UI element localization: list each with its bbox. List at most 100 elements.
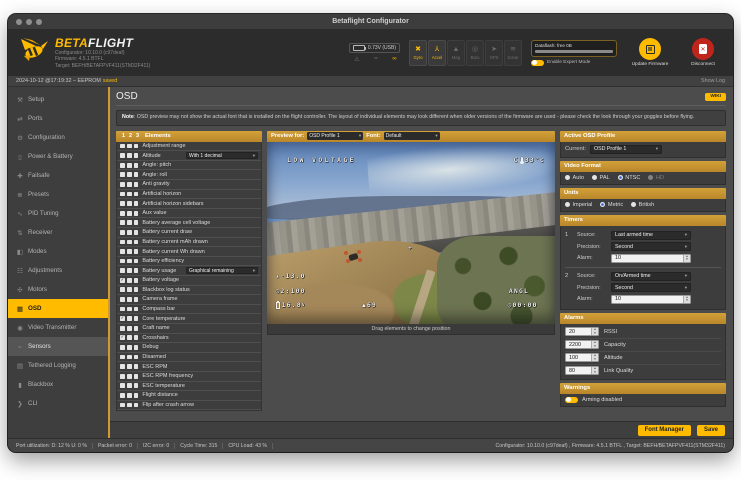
preview-profile-select[interactable]: OSD Profile 1 ▾ bbox=[307, 132, 364, 141]
element-row-esc-temperature[interactable]: ESC temperature bbox=[117, 382, 261, 392]
element-checkbox-profile-1[interactable] bbox=[120, 162, 125, 168]
sidebar-item-motors[interactable]: ✣ Motors bbox=[8, 280, 108, 299]
element-row-angle-pitch[interactable]: Angle: pitch bbox=[117, 161, 261, 171]
timer-2-alarm-input[interactable]: 10 ▴ ▾ bbox=[611, 294, 691, 304]
timer-2-source-select[interactable]: On/Armed time ▾ bbox=[611, 271, 691, 281]
element-checkbox-profile-3[interactable] bbox=[133, 191, 139, 197]
expert-mode-toggle[interactable] bbox=[531, 59, 544, 66]
element-checkbox-profile-2[interactable] bbox=[126, 201, 132, 206]
wiki-button[interactable]: WIKI bbox=[705, 92, 726, 101]
element-checkbox-profile-3[interactable] bbox=[133, 345, 139, 350]
osd-preview[interactable]: LOW VOLTAGE C 33°c + ▴ -13.0 ◷ 2:100 16.… bbox=[267, 141, 555, 324]
element-checkbox-profile-3[interactable] bbox=[133, 297, 139, 302]
element-checkbox-profile-3[interactable] bbox=[133, 172, 139, 178]
stepper-icon[interactable]: ▴ ▾ bbox=[591, 367, 598, 375]
element-checkbox-profile-1[interactable]: ✓ bbox=[120, 316, 125, 322]
element-checkbox-profile-3[interactable] bbox=[133, 220, 139, 226]
element-checkbox-profile-2[interactable] bbox=[126, 402, 132, 408]
element-checkbox-profile-3[interactable] bbox=[133, 402, 139, 408]
element-checkbox-profile-3[interactable] bbox=[133, 383, 139, 389]
save-button[interactable]: Save bbox=[696, 424, 725, 436]
element-checkbox-profile-2[interactable] bbox=[126, 364, 132, 370]
element-row-blackbox-log-status[interactable]: Blackbox log status bbox=[117, 286, 261, 296]
stepper-icon[interactable]: ▴ ▾ bbox=[683, 295, 690, 303]
element-checkbox-profile-1[interactable] bbox=[120, 345, 125, 350]
timer-1-alarm-input[interactable]: 10 ▴ ▾ bbox=[611, 253, 691, 263]
video-format-option-ntsc[interactable]: NTSC bbox=[617, 175, 640, 181]
element-checkbox-profile-3[interactable] bbox=[133, 181, 139, 187]
element-checkbox-profile-2[interactable] bbox=[126, 277, 132, 283]
element-checkbox-profile-1[interactable] bbox=[120, 325, 125, 331]
sidebar-item-cli[interactable]: ❯ CLI bbox=[8, 394, 108, 413]
element-checkbox-profile-2[interactable] bbox=[126, 239, 132, 245]
element-checkbox-profile-3[interactable] bbox=[133, 393, 139, 398]
stepper-icon[interactable]: ▴ ▾ bbox=[683, 254, 690, 262]
units-option-metric[interactable]: Metric bbox=[600, 202, 623, 208]
element-checkbox-profile-3[interactable] bbox=[133, 354, 139, 360]
element-option-select[interactable]: With 1 decimal ▾ bbox=[186, 151, 258, 160]
sidebar-item-tethered-logging[interactable]: ▤ Tethered Logging bbox=[8, 356, 108, 375]
element-row-flip-after-crash-arrow[interactable]: Flip after crash arrow bbox=[117, 401, 261, 410]
element-checkbox-profile-1[interactable] bbox=[120, 258, 125, 264]
element-checkbox-profile-2[interactable] bbox=[126, 383, 132, 389]
element-checkbox-profile-2[interactable] bbox=[126, 191, 132, 197]
element-checkbox-profile-1[interactable] bbox=[120, 373, 125, 379]
profile-col-3[interactable]: 3 bbox=[134, 133, 141, 139]
element-checkbox-profile-1[interactable] bbox=[120, 201, 125, 206]
element-checkbox-profile-3[interactable] bbox=[133, 306, 139, 312]
element-option-select[interactable]: Graphical remaining ▾ bbox=[186, 266, 258, 275]
sidebar-item-sensors[interactable]: ⌁ Sensors bbox=[8, 337, 108, 356]
element-checkbox-profile-1[interactable] bbox=[120, 297, 125, 302]
alarm-capacity-input[interactable]: 2200 ▴ ▾ bbox=[565, 340, 599, 350]
element-checkbox-profile-3[interactable] bbox=[133, 249, 139, 254]
element-checkbox-profile-3[interactable] bbox=[133, 229, 139, 235]
element-row-adjustment-range[interactable]: Adjustment range bbox=[117, 142, 261, 152]
element-checkbox-profile-3[interactable] bbox=[133, 277, 139, 283]
element-checkbox-profile-3[interactable] bbox=[133, 153, 139, 158]
element-row-anti-gravity[interactable]: Anti gravity bbox=[117, 180, 261, 190]
element-checkbox-profile-3[interactable] bbox=[133, 268, 139, 274]
osd-core-temp-element[interactable]: C 33°c bbox=[514, 156, 545, 165]
element-row-compass-bar[interactable]: Compass bar bbox=[117, 305, 261, 315]
video-format-option-pal[interactable]: PAL bbox=[592, 175, 610, 181]
element-checkbox-profile-1[interactable] bbox=[120, 143, 125, 149]
element-checkbox-profile-1[interactable] bbox=[120, 191, 125, 197]
alarm-link-quality-input[interactable]: 80 ▴ ▾ bbox=[565, 366, 599, 376]
osd-flymode-element[interactable]: ANGL bbox=[509, 287, 529, 295]
element-checkbox-profile-1[interactable] bbox=[120, 181, 125, 187]
element-checkbox-profile-2[interactable] bbox=[126, 258, 132, 264]
element-row-core-temperature[interactable]: ✓ Core temperature bbox=[117, 314, 261, 324]
sidebar-item-pid-tuning[interactable]: ∿ PID Tuning bbox=[8, 204, 108, 223]
element-row-battery-current-wh-drawn[interactable]: Battery current Wh drawn bbox=[117, 247, 261, 257]
element-checkbox-profile-2[interactable] bbox=[126, 287, 132, 293]
element-row-debug[interactable]: Debug bbox=[117, 343, 261, 353]
video-format-option-auto[interactable]: Auto bbox=[565, 175, 584, 181]
element-checkbox-profile-2[interactable] bbox=[126, 220, 132, 226]
element-checkbox-profile-2[interactable] bbox=[126, 306, 132, 312]
element-checkbox-profile-1[interactable] bbox=[120, 172, 125, 178]
element-checkbox-profile-3[interactable] bbox=[133, 325, 139, 331]
element-checkbox-profile-3[interactable] bbox=[133, 201, 139, 206]
element-checkbox-profile-3[interactable] bbox=[133, 239, 139, 245]
element-checkbox-profile-3[interactable] bbox=[133, 316, 139, 322]
element-checkbox-profile-2[interactable] bbox=[126, 373, 132, 379]
profile-col-2[interactable]: 2 bbox=[127, 133, 134, 139]
preview-font-select[interactable]: Default ▾ bbox=[383, 132, 440, 141]
sidebar-item-modes[interactable]: ◧ Modes bbox=[8, 242, 108, 261]
element-row-battery-usage[interactable]: Battery usage Graphical remaining ▾ bbox=[117, 266, 261, 276]
element-checkbox-profile-2[interactable] bbox=[126, 172, 132, 178]
element-checkbox-profile-2[interactable] bbox=[126, 268, 132, 274]
timer-2-precision-select[interactable]: Second ▾ bbox=[611, 283, 691, 293]
element-checkbox-profile-1[interactable] bbox=[120, 383, 125, 389]
font-manager-button[interactable]: Font Manager bbox=[637, 424, 691, 436]
element-row-battery-current-draw[interactable]: Battery current draw bbox=[117, 228, 261, 238]
element-checkbox-profile-2[interactable] bbox=[126, 181, 132, 187]
element-checkbox-profile-1[interactable] bbox=[120, 249, 125, 254]
element-checkbox-profile-2[interactable] bbox=[126, 345, 132, 350]
element-row-battery-average-cell-voltage[interactable]: Battery average cell voltage bbox=[117, 218, 261, 229]
profile-col-1[interactable]: 1 bbox=[120, 133, 127, 139]
element-row-battery-efficiency[interactable]: Battery efficiency bbox=[117, 257, 261, 267]
osd-battery-voltage-element[interactable]: 16.8 v bbox=[275, 300, 306, 309]
element-checkbox-profile-2[interactable] bbox=[126, 162, 132, 168]
osd-timer2-element[interactable]: ◷ 2:100 bbox=[276, 287, 306, 295]
